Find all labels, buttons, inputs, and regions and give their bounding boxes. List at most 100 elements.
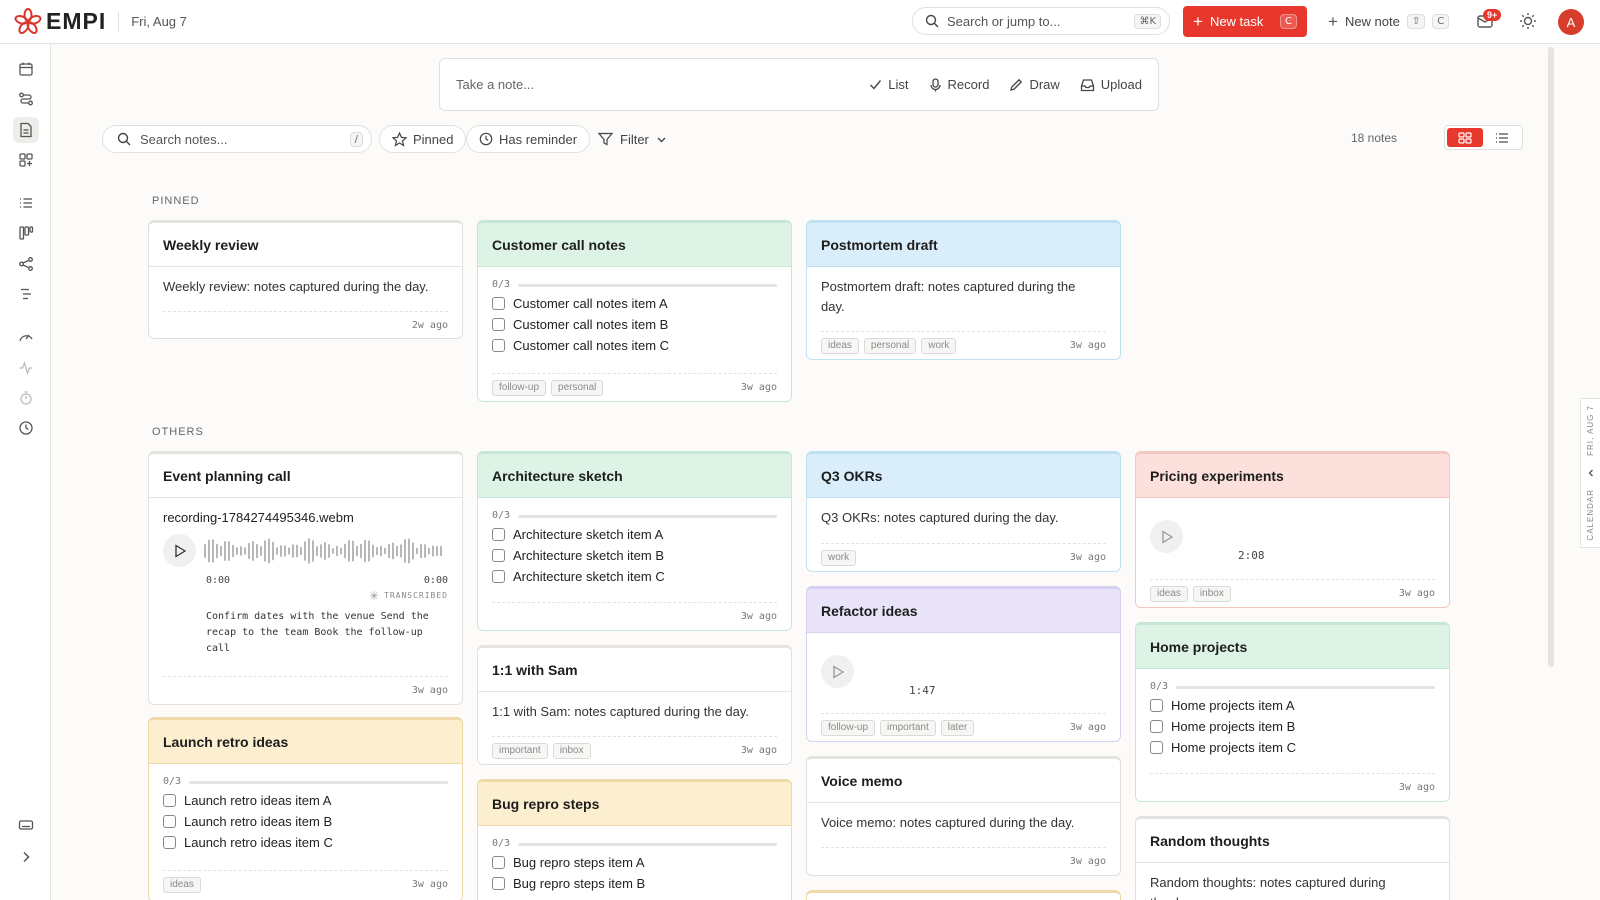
checkbox[interactable] — [1150, 720, 1163, 733]
play-button[interactable] — [163, 534, 196, 567]
apps-add-icon[interactable] — [13, 147, 39, 173]
note-card-weekly-review[interactable]: Weekly review Weekly review: notes captu… — [148, 220, 463, 339]
waveform-bar — [280, 544, 282, 557]
checklist-item[interactable]: Home projects item C — [1150, 737, 1435, 758]
checklist-item[interactable]: Customer call notes item C — [492, 335, 777, 356]
checkbox[interactable] — [163, 836, 176, 849]
checklist-item[interactable]: Customer call notes item B — [492, 314, 777, 335]
calendar-icon[interactable] — [13, 56, 39, 82]
note-card-voice-memo[interactable]: Voice memo Voice memo: notes captured du… — [806, 756, 1121, 876]
tag[interactable]: ideas — [821, 337, 859, 354]
keyboard-icon[interactable] — [13, 812, 39, 838]
outline-icon[interactable] — [13, 281, 39, 307]
global-search[interactable]: Search or jump to... ⌘K — [912, 7, 1170, 35]
checklist-item[interactable]: Home projects item B — [1150, 716, 1435, 737]
tag[interactable]: personal — [551, 379, 604, 396]
scrollbar[interactable] — [1548, 47, 1554, 667]
notes-icon[interactable] — [13, 117, 39, 143]
list-view-button[interactable] — [1485, 128, 1521, 147]
new-note-button[interactable]: + New note ⇧ C — [1328, 6, 1450, 37]
search-notes-input[interactable]: Search notes... / — [102, 125, 372, 153]
grid-view-button[interactable] — [1447, 128, 1483, 147]
play-button[interactable] — [821, 655, 854, 688]
play-button[interactable] — [1150, 520, 1183, 553]
checklist-item[interactable]: Architecture sketch item A — [492, 524, 777, 545]
search-notes-placeholder: Search notes... — [140, 131, 228, 147]
has-reminder-filter-chip[interactable]: Has reminder — [466, 125, 591, 153]
checklist-item[interactable]: Bug repro steps item A — [492, 852, 777, 873]
routes-icon[interactable] — [13, 86, 39, 112]
checklist-item[interactable]: Bug repro steps item B — [492, 873, 777, 894]
checklist-item-label: Bug repro steps item B — [513, 875, 646, 891]
user-avatar[interactable]: A — [1558, 9, 1584, 35]
checkbox[interactable] — [492, 528, 505, 541]
tag[interactable]: inbox — [1192, 585, 1231, 602]
theme-toggle-icon[interactable] — [1519, 12, 1537, 30]
calendar-side-tab[interactable]: FRI, AUG 7 CALENDAR — [1580, 398, 1600, 548]
waveform[interactable] — [204, 536, 446, 566]
history-icon[interactable] — [13, 415, 39, 441]
checkbox[interactable] — [1150, 741, 1163, 754]
checklist-item[interactable]: Customer call notes item A — [492, 293, 777, 314]
list-icon[interactable] — [13, 190, 39, 216]
expand-rail-icon[interactable] — [13, 844, 39, 870]
list-note-button[interactable]: List — [869, 77, 909, 92]
tag[interactable]: ideas — [1150, 585, 1188, 602]
checklist-item[interactable]: Launch retro ideas item C — [163, 832, 448, 853]
note-card-one-on-one-sam[interactable]: 1:1 with Sam 1:1 with Sam: notes capture… — [477, 645, 792, 765]
note-card-random-thoughts[interactable]: Random thoughts Random thoughts: notes c… — [1135, 816, 1450, 900]
note-card-partial[interactable] — [806, 890, 1121, 900]
checklist-item[interactable]: Home projects item A — [1150, 695, 1435, 716]
pinned-filter-chip[interactable]: Pinned — [379, 125, 467, 153]
note-card-bug-repro-steps[interactable]: Bug repro steps 0/3 Bug repro steps item… — [477, 779, 792, 900]
note-card-customer-call-notes[interactable]: Customer call notes 0/3 Customer call no… — [477, 220, 792, 402]
progress-text: 0/3 — [1150, 681, 1169, 692]
checklist-item[interactable]: Launch retro ideas item B — [163, 811, 448, 832]
tag[interactable]: important — [880, 719, 936, 736]
checkbox[interactable] — [163, 794, 176, 807]
tag[interactable]: work — [921, 337, 957, 354]
checklist-item[interactable]: Launch retro ideas item A — [163, 790, 448, 811]
gauge-icon[interactable] — [13, 324, 39, 350]
timer-icon[interactable] — [13, 385, 39, 411]
note-card-launch-retro-ideas[interactable]: Launch retro ideas 0/3 Launch retro idea… — [148, 717, 463, 900]
checkbox[interactable] — [492, 877, 505, 890]
note-card-home-projects[interactable]: Home projects 0/3 Home projects item A H… — [1135, 622, 1450, 802]
tag[interactable]: personal — [863, 337, 917, 354]
checkbox[interactable] — [492, 318, 505, 331]
draw-note-button[interactable]: Draw — [1009, 77, 1060, 92]
checklist-item[interactable]: Architecture sketch item C — [492, 566, 777, 587]
checkbox[interactable] — [492, 297, 505, 310]
note-card-architecture-sketch[interactable]: Architecture sketch 0/3 Architecture ske… — [477, 451, 792, 631]
checkbox[interactable] — [492, 549, 505, 562]
note-composer[interactable]: Take a note... List Record Draw Upload — [439, 58, 1159, 111]
upload-note-button[interactable]: Upload — [1080, 77, 1142, 92]
note-card-event-planning-call[interactable]: Event planning call recording-1784274495… — [148, 451, 463, 705]
tag[interactable]: follow-up — [492, 379, 547, 396]
new-task-button[interactable]: + New task C — [1183, 6, 1307, 37]
checkbox[interactable] — [492, 856, 505, 869]
filter-dropdown[interactable]: Filter — [598, 125, 667, 153]
note-card-refactor-ideas[interactable]: Refactor ideas 1:47 follow-up important la… — [806, 586, 1121, 742]
tag[interactable]: later — [940, 719, 975, 736]
board-icon[interactable] — [13, 220, 39, 246]
graph-icon[interactable] — [13, 251, 39, 277]
note-card-postmortem-draft[interactable]: Postmortem draft Postmortem draft: notes… — [806, 220, 1121, 360]
note-card-q3-okrs[interactable]: Q3 OKRs Q3 OKRs: notes captured during t… — [806, 451, 1121, 572]
tag[interactable]: follow-up — [821, 719, 876, 736]
checklist-item[interactable]: Architecture sketch item B — [492, 545, 777, 566]
checkbox[interactable] — [492, 570, 505, 583]
checkbox[interactable] — [1150, 699, 1163, 712]
recording-filename: recording-1784274495346.webm — [163, 510, 354, 525]
note-card-pricing-experiments[interactable]: Pricing experiments 2:08 ideas inbox 3w a… — [1135, 451, 1450, 608]
record-note-button[interactable]: Record — [929, 77, 989, 92]
tag[interactable]: ideas — [163, 876, 201, 893]
activity-icon[interactable] — [13, 355, 39, 381]
tag[interactable]: important — [492, 742, 548, 759]
tag[interactable]: inbox — [552, 742, 591, 759]
waveform-bar — [296, 544, 298, 557]
checkbox[interactable] — [163, 815, 176, 828]
tag[interactable]: work — [821, 549, 857, 566]
checkbox[interactable] — [492, 339, 505, 352]
logo[interactable]: EMPI — [14, 7, 106, 36]
